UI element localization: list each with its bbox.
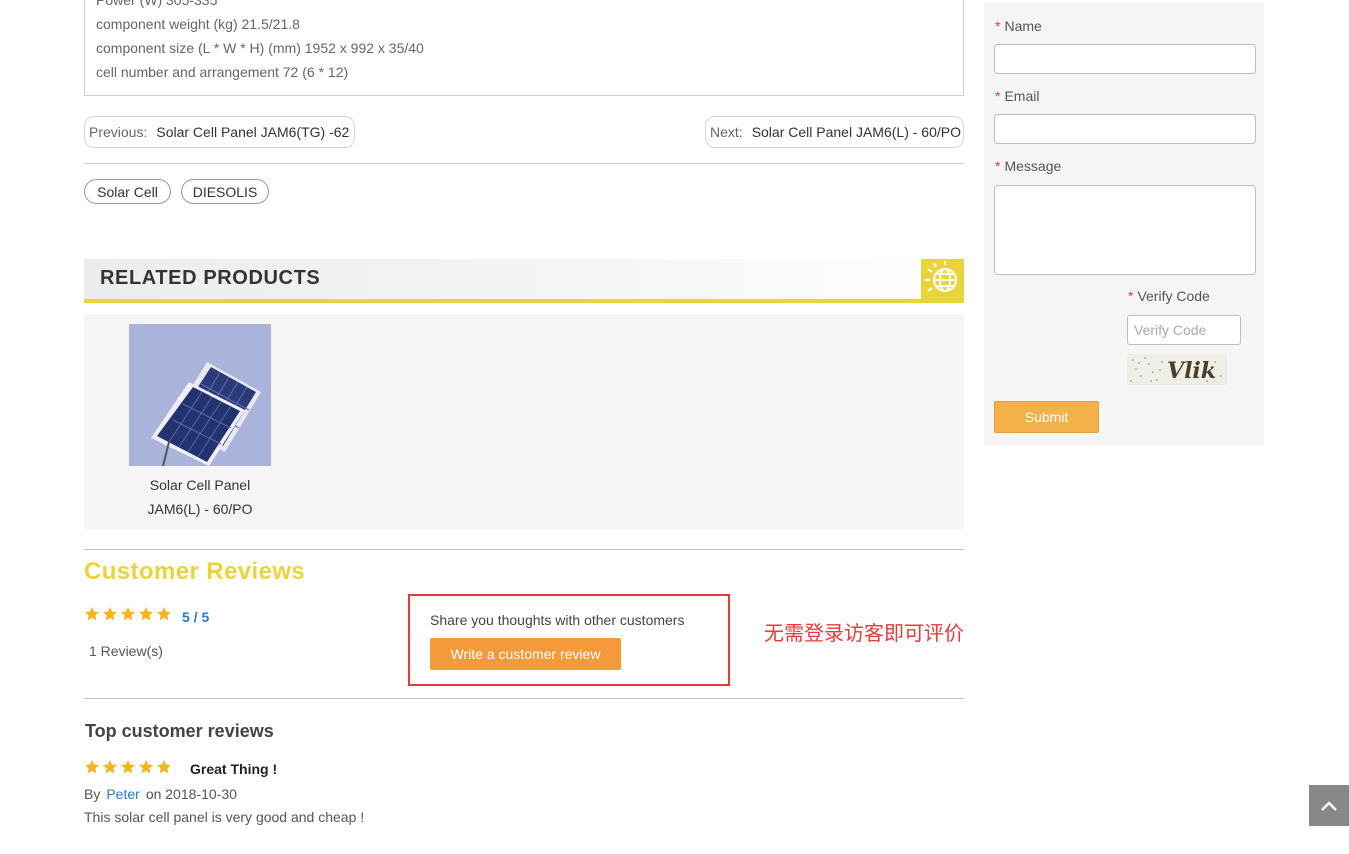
divider	[84, 163, 964, 164]
star-icon	[121, 760, 135, 774]
spec-box: Power (W) 305-335 component weight (kg) …	[84, 0, 964, 96]
review-byline: By Peter on 2018-10-30	[84, 786, 237, 802]
next-product-link[interactable]: Next: Solar Cell Panel JAM6(L) - 60/PO	[705, 116, 964, 148]
product-name-line: Solar Cell Panel	[149, 477, 251, 493]
star-icon	[139, 760, 153, 774]
write-review-box: Share you thoughts with other customers …	[408, 594, 730, 686]
review-text: This solar cell panel is very good and c…	[84, 809, 365, 825]
spec-line: cell number and arrangement 72 (6 * 12)	[96, 64, 349, 80]
star-icon	[85, 760, 99, 774]
guest-review-note: 无需登录访客即可评价	[764, 621, 964, 645]
product-name-line: JAM6(L) - 60/PO	[147, 501, 253, 517]
spec-line: Power (W) 305-335	[96, 0, 218, 8]
next-title: Solar Cell Panel JAM6(L) - 60/PO	[751, 124, 961, 140]
star-icon	[121, 607, 135, 621]
name-field[interactable]	[994, 44, 1256, 74]
star-icon	[157, 760, 171, 774]
back-to-top-button[interactable]	[1309, 785, 1349, 826]
star-icon	[157, 607, 171, 621]
review-by-prefix: By	[84, 786, 101, 802]
review-headline: Great Thing !	[190, 761, 278, 777]
star-icon	[103, 760, 117, 774]
tag-diesolis[interactable]: DIESOLIS	[181, 179, 269, 204]
related-products-list: Solar Cell Panel JAM6(L) - 60/PO	[84, 314, 964, 529]
related-products-header: RELATED PRODUCTS	[84, 259, 964, 303]
verify-code-label: * Verify Code	[1128, 288, 1210, 304]
spec-line: component weight (kg) 21.5/21.8	[96, 16, 300, 32]
verify-code-input[interactable]	[1127, 315, 1241, 345]
divider	[84, 698, 964, 699]
share-prompt: Share you thoughts with other customers	[430, 612, 685, 628]
product-thumbnail[interactable]	[129, 324, 271, 466]
review-date: on 2018-10-30	[145, 786, 237, 802]
submit-button[interactable]: Submit	[994, 401, 1099, 433]
related-products-title: RELATED PRODUCTS	[100, 267, 321, 289]
star-icon	[139, 607, 153, 621]
message-field[interactable]	[994, 185, 1256, 275]
previous-title: Solar Cell Panel JAM6(TG) -62	[156, 124, 350, 140]
review-rating-stars	[84, 759, 174, 775]
email-label: * Email	[995, 88, 1040, 104]
review-count: 1 Review(s)	[89, 643, 163, 659]
next-label: Next:	[710, 124, 743, 140]
tag-solar-cell[interactable]: Solar Cell	[84, 179, 171, 204]
review-author-link[interactable]: Peter	[106, 786, 139, 802]
divider	[84, 549, 964, 550]
average-score: 5 / 5	[182, 609, 210, 625]
product-name[interactable]: Solar Cell Panel JAM6(L) - 60/PO	[114, 473, 286, 521]
message-label: * Message	[995, 158, 1062, 174]
inquiry-form: *Name *Email *Message *Verify Code Vlik …	[984, 3, 1264, 445]
average-rating-stars	[84, 606, 174, 622]
chevron-up-icon	[1321, 800, 1337, 811]
star-icon	[85, 607, 99, 621]
previous-label: Previous:	[89, 124, 148, 140]
customer-reviews-title: Customer Reviews	[84, 558, 306, 585]
star-icon	[103, 607, 117, 621]
name-label: * Name	[995, 18, 1042, 34]
top-reviews-title: Top customer reviews	[85, 721, 274, 741]
email-field[interactable]	[994, 114, 1256, 144]
spec-line: component size (L * W * H) (mm) 1952 x 9…	[96, 40, 424, 56]
previous-product-link[interactable]: Previous: Solar Cell Panel JAM6(TG) -62	[84, 116, 355, 148]
sun-globe-icon	[921, 259, 964, 299]
write-review-button[interactable]: Write a customer review	[430, 638, 621, 670]
captcha-image[interactable]: Vlik	[1127, 354, 1227, 385]
svg-text:Vlik: Vlik	[1167, 358, 1216, 384]
